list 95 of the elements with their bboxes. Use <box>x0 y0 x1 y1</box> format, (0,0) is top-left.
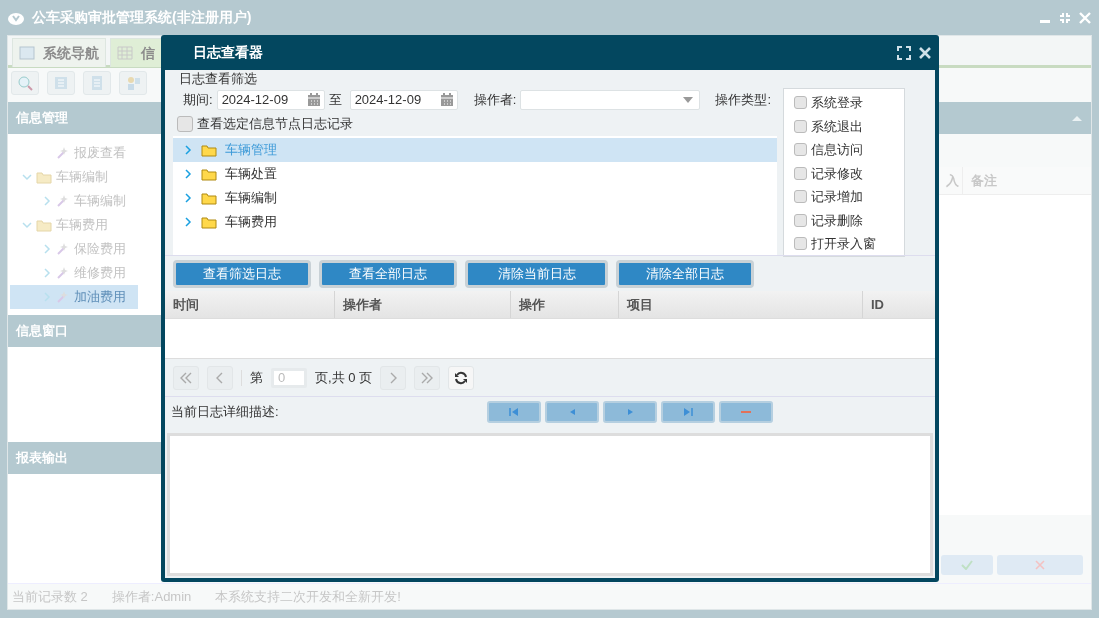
skip-forward-icon <box>681 406 694 418</box>
field-label: 至 <box>328 91 342 110</box>
checkbox[interactable]: 记录增加 <box>794 185 904 209</box>
close-icon <box>1035 560 1045 570</box>
column-header: 项目 <box>619 291 863 318</box>
folder-icon <box>201 191 217 205</box>
window-title: 公车采购审批管理系统(非注册用户) <box>32 8 252 27</box>
last-record-button[interactable] <box>660 401 715 423</box>
tree-item[interactable]: 加油费用 <box>10 285 138 309</box>
date-field[interactable]: 2024-12-09 <box>216 90 325 110</box>
first-record-button[interactable] <box>486 401 541 423</box>
checkbox[interactable]: 记录修改 <box>794 161 904 185</box>
tree-item[interactable]: 车辆编制 <box>173 186 777 210</box>
wand-icon <box>56 266 70 280</box>
chevron-right-icon <box>183 193 193 203</box>
detail-label: 当前日志详细描述: <box>171 403 279 422</box>
chevron-right-icon <box>42 268 52 278</box>
restore-icon[interactable] <box>1059 11 1071 24</box>
folder-icon <box>36 170 52 184</box>
folder-icon <box>201 143 217 157</box>
user-button[interactable] <box>119 71 147 95</box>
checkbox[interactable]: 系统退出 <box>794 114 904 138</box>
wand-icon <box>56 242 70 256</box>
column-header: ID <box>870 295 885 314</box>
first-page-icon <box>179 370 193 385</box>
operator-dropdown[interactable] <box>520 90 701 110</box>
maximize-icon[interactable] <box>897 45 911 60</box>
field-label: 期间: <box>183 91 213 110</box>
checkbox[interactable]: 信息访问 <box>794 138 904 162</box>
date-field[interactable]: 2024-12-09 <box>349 90 458 110</box>
tree-item[interactable]: 车辆管理 <box>173 138 777 162</box>
field-label: 操作类型: <box>715 91 771 110</box>
list-icon <box>53 75 69 91</box>
refresh-button[interactable] <box>448 365 475 390</box>
column-header: 时间 <box>165 291 335 318</box>
page-label: 第 <box>250 368 263 387</box>
column-header: 操作 <box>511 291 619 318</box>
skip-back-icon <box>507 406 520 418</box>
last-page-icon <box>420 370 435 385</box>
chevron-down-icon <box>22 220 32 230</box>
last-page-button[interactable] <box>414 365 441 390</box>
calendar-icon[interactable] <box>439 93 454 107</box>
page-total: 页,共 0 页 <box>315 368 373 387</box>
wand-icon <box>56 194 70 208</box>
calendar-icon[interactable] <box>306 93 321 107</box>
collapse-icon[interactable] <box>1071 114 1083 122</box>
tree-item[interactable]: 车辆费用 <box>173 210 777 234</box>
ok-button[interactable] <box>941 555 993 575</box>
tree-item[interactable]: 车辆处置 <box>173 162 777 186</box>
wand-icon <box>56 146 70 160</box>
column-header: 操作者 <box>335 291 511 318</box>
action-button[interactable]: 查看全部日志 <box>319 259 457 288</box>
checkbox[interactable]: 记录删除 <box>794 208 904 232</box>
chevron-right-icon <box>42 196 52 206</box>
refresh-icon <box>454 370 469 385</box>
chevron-right-icon <box>183 169 193 179</box>
search-button[interactable] <box>11 71 39 95</box>
chevron-down-icon <box>22 172 32 182</box>
checkbox-label: 查看选定信息节点日志记录 <box>197 115 353 134</box>
group-label: 日志查看筛选 <box>178 70 258 88</box>
chevron-right-icon <box>42 244 52 254</box>
checkbox[interactable]: 打开录入窗 <box>794 232 904 256</box>
delete-record-button[interactable] <box>718 401 773 423</box>
document-icon <box>89 75 105 91</box>
folder-icon <box>201 215 217 229</box>
cancel-button[interactable] <box>997 555 1083 575</box>
detail-text-area[interactable] <box>167 433 933 576</box>
next-page-button[interactable] <box>380 365 407 390</box>
grid-icon <box>117 46 133 60</box>
previous-page-button[interactable] <box>207 365 233 390</box>
action-button[interactable]: 清除当前日志 <box>465 259 608 288</box>
close-icon[interactable] <box>919 46 931 59</box>
user-icon <box>125 75 141 91</box>
monitor-icon <box>19 46 35 60</box>
check-icon <box>961 560 973 570</box>
folder-icon <box>36 218 52 232</box>
dialog-title: 日志查看器 <box>193 43 263 62</box>
document-button[interactable] <box>83 71 111 95</box>
field-label: 操作者: <box>473 91 517 110</box>
tab[interactable]: 信 <box>110 38 162 67</box>
first-page-button[interactable] <box>173 365 199 390</box>
tab[interactable]: 系统导航 <box>12 38 106 67</box>
list-button[interactable] <box>47 71 75 95</box>
wand-icon <box>56 290 70 304</box>
next-record-button[interactable] <box>602 401 657 423</box>
chevron-right-icon <box>183 145 193 155</box>
previous-record-button[interactable] <box>544 401 599 423</box>
folder-icon <box>201 167 217 181</box>
search-icon <box>17 75 33 91</box>
action-button[interactable]: 查看筛选日志 <box>173 259 311 288</box>
checkbox-box[interactable] <box>177 116 193 132</box>
action-button[interactable]: 清除全部日志 <box>616 259 754 288</box>
checkbox[interactable]: 系统登录 <box>794 91 904 115</box>
logo-icon <box>8 10 24 25</box>
chevron-right-icon <box>183 217 193 227</box>
